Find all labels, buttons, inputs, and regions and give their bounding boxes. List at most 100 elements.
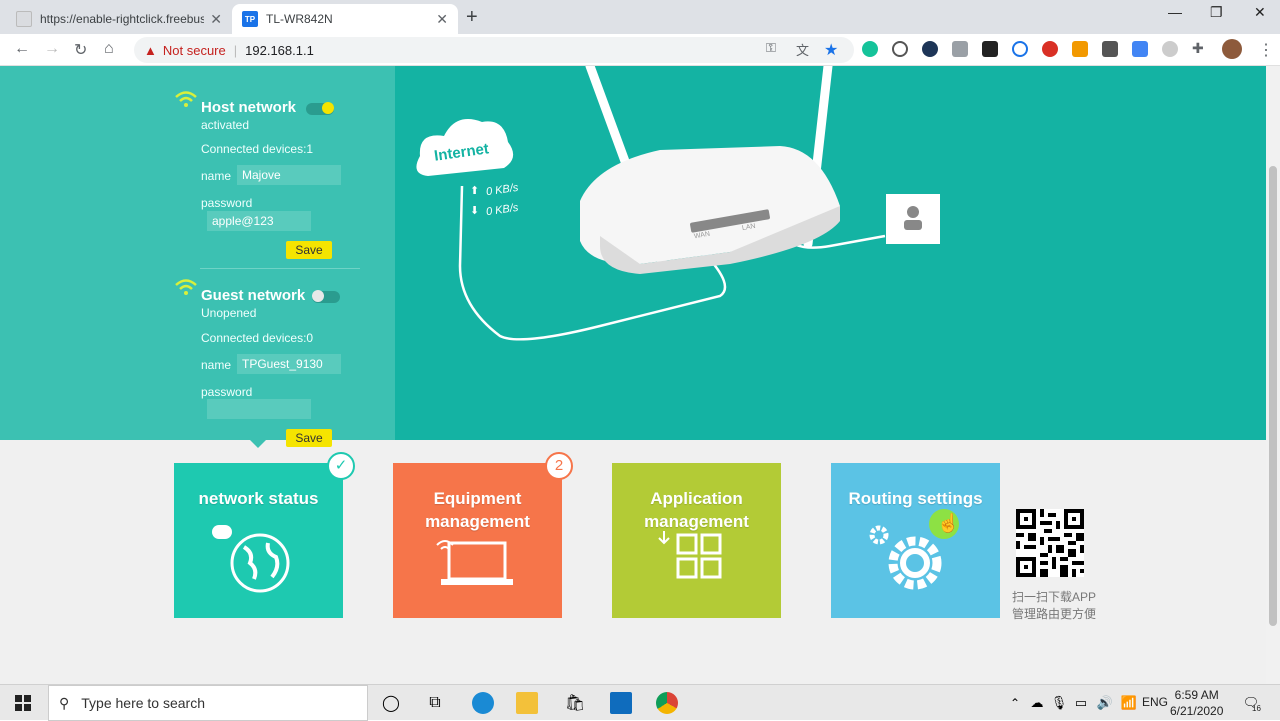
taskbar-search-input[interactable]: ⚲ Type here to search [48, 685, 368, 721]
close-tab-icon[interactable]: ✕ [436, 11, 448, 28]
close-tab-icon[interactable]: ✕ [210, 11, 222, 28]
cortana-icon[interactable]: ◯ [380, 692, 402, 714]
tplink-icon: TP [242, 11, 258, 27]
guest-password-label: password [201, 385, 253, 399]
tile-label-line1: Equipment [433, 489, 522, 508]
qr-code [1016, 509, 1084, 577]
file-explorer-icon[interactable] [516, 692, 538, 714]
guest-connected-devices: Connected devices:0 [201, 331, 314, 345]
chevron-up-icon[interactable]: ⌃ [1004, 692, 1026, 714]
tile-label: Equipment management [393, 487, 562, 533]
guest-save-button[interactable]: Save [286, 429, 332, 447]
laptop-icon [436, 540, 513, 585]
bookmark-star-icon[interactable]: ★ [824, 40, 838, 60]
windows-taskbar: ⚲ Type here to search ◯ ⧉ 🛍 ⌃ ☁ 🎙 ▭ 🔊 📶 … [0, 684, 1280, 721]
volume-icon[interactable]: 🔊 [1094, 692, 1116, 714]
qr-caption-line1: 扫一扫下载APP [1012, 590, 1097, 604]
forward-button[interactable]: → [44, 40, 60, 58]
translate-icon[interactable]: 文 [796, 40, 809, 59]
hand-cursor-icon: ☝ [937, 513, 960, 533]
tile-label-line1: Application [650, 489, 743, 508]
guest-name-input[interactable]: TPGuest_9130 [237, 354, 341, 374]
close-window-button[interactable]: ✕ [1254, 4, 1266, 21]
clock-date: 6/21/2020 [1170, 704, 1224, 718]
battery-icon[interactable]: ▭ [1070, 692, 1092, 714]
tile-label-line1: network status [198, 489, 319, 508]
hero-section: Host network activated Connected devices… [0, 66, 1266, 447]
extension-icon[interactable] [922, 41, 938, 57]
browser-tab-bar: https://enable-rightclick.freebusi ✕ TP … [0, 0, 1280, 34]
guest-name-label: name [201, 358, 232, 372]
language-indicator[interactable]: ENG [1142, 695, 1168, 709]
windows-start-icon[interactable] [12, 692, 34, 714]
store-icon[interactable]: 🛍 [564, 692, 586, 714]
upload-icon: ⬆ [470, 185, 480, 197]
browser-toolbar: ← → ↻ ⌂ ▲ Not secure | 192.168.1.1 ⚿ 文 ★… [0, 34, 1280, 66]
host-network-toggle[interactable] [306, 102, 334, 115]
equipment-management-tile[interactable]: Equipment management [393, 463, 562, 618]
check-badge: ✓ [327, 452, 355, 480]
extension-icon[interactable] [1072, 41, 1088, 57]
guest-network-label: Guest network [201, 287, 306, 304]
maximize-button[interactable]: ❐ [1210, 4, 1223, 21]
notification-count: 16 [1252, 704, 1261, 713]
task-view-icon[interactable]: ⧉ [424, 692, 446, 714]
page-scrollbar[interactable] [1266, 66, 1280, 684]
tab-title: https://enable-rightclick.freebusi [40, 12, 205, 26]
tab-tl-wr842n[interactable]: TP TL-WR842N ✕ [232, 4, 458, 34]
application-management-tile[interactable]: Application management [612, 463, 781, 618]
wifi-status-icon[interactable]: 📶 [1118, 692, 1140, 714]
edge-icon[interactable] [472, 692, 494, 714]
host-password-label: password [201, 196, 253, 210]
system-clock[interactable]: 6:59 AM 6/21/2020 [1170, 687, 1223, 719]
guest-password-input[interactable] [207, 399, 311, 419]
wifi-icon [174, 278, 198, 302]
key-icon[interactable]: ⚿ [766, 40, 776, 56]
url-text: 192.168.1.1 [245, 42, 314, 58]
extensions-puzzle-icon[interactable]: ✚ [1192, 40, 1204, 57]
extension-icon[interactable] [982, 41, 998, 57]
new-tab-button[interactable]: + [466, 6, 478, 29]
globe-icon [212, 525, 290, 593]
network-status-tile[interactable]: network status [174, 463, 343, 618]
panel-pointer [250, 440, 266, 448]
reload-button[interactable]: ↻ [74, 40, 87, 60]
address-bar[interactable]: ▲ Not secure | 192.168.1.1 [134, 37, 854, 63]
menu-icon[interactable]: ⋮ [1258, 40, 1274, 60]
host-password-input[interactable]: apple@123 [207, 211, 311, 231]
toggle-knob [322, 102, 334, 114]
extension-icon[interactable] [1012, 41, 1028, 57]
facebook-icon[interactable] [1102, 41, 1118, 57]
routing-settings-tile[interactable]: Routing settings ☝ [831, 463, 1000, 618]
google-translate-icon[interactable] [1132, 41, 1148, 57]
scrollbar-thumb[interactable] [1269, 166, 1277, 626]
not-secure-label: Not secure [162, 42, 226, 58]
onedrive-icon[interactable]: ☁ [1026, 692, 1048, 714]
page-icon [16, 11, 32, 27]
extension-icon[interactable] [1042, 41, 1058, 57]
extension-icon[interactable] [952, 41, 968, 57]
equipment-count-badge: 2 [545, 452, 573, 480]
host-network-label: Host network [201, 99, 297, 116]
guest-network-toggle[interactable] [312, 290, 340, 303]
host-status: activated [201, 118, 250, 132]
tile-label-line2: management [425, 512, 530, 531]
tab-enable-rightclick[interactable]: https://enable-rightclick.freebusi ✕ [6, 4, 232, 34]
host-save-button[interactable]: Save [286, 241, 332, 259]
wifi-icon [174, 90, 198, 114]
extension-icon[interactable] [1162, 41, 1178, 57]
home-button[interactable]: ⌂ [104, 40, 114, 58]
network-panel: Host network activated Connected devices… [0, 66, 395, 447]
profile-avatar[interactable] [1222, 39, 1242, 59]
chrome-icon[interactable] [656, 692, 678, 714]
grammarly-icon[interactable] [862, 41, 878, 57]
router-admin-page: Host network activated Connected devices… [0, 66, 1266, 684]
warning-icon: ▲ [144, 42, 157, 58]
search-icon: ⚲ [59, 694, 70, 711]
mail-icon[interactable] [610, 692, 632, 714]
microphone-icon[interactable]: 🎙 [1048, 692, 1070, 714]
extension-icon[interactable] [892, 41, 908, 57]
minimize-button[interactable]: — [1168, 4, 1182, 20]
host-name-input[interactable]: Majove [237, 165, 341, 185]
back-button[interactable]: ← [14, 40, 30, 58]
